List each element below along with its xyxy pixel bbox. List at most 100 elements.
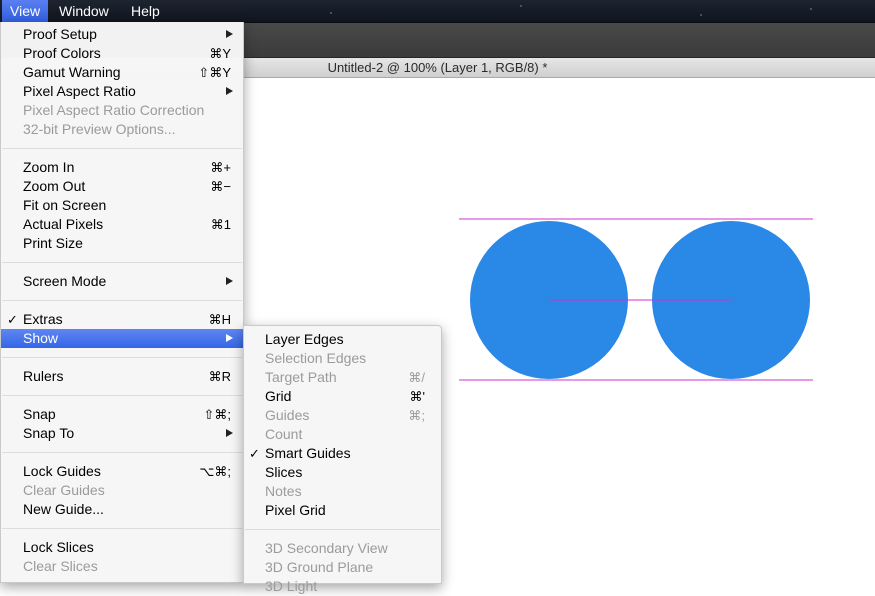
menubar: View Window Help [0,0,875,23]
menu-item-target-path: Target Path ⌘/ [244,368,441,387]
menu-item-label: Count [265,426,303,442]
menu-item-label: Pixel Grid [265,502,326,518]
menu-item-label: Show [23,330,59,346]
menu-item-snap-to[interactable]: Snap To [1,424,243,443]
menu-item-label: Rulers [23,368,64,384]
menu-item-gamut-warning[interactable]: Gamut Warning ⇧⌘Y [1,63,243,82]
menu-item-label: Fit on Screen [23,197,107,213]
menu-item-clear-slices: Clear Slices [1,557,243,576]
keyboard-shortcut: ⌘/ [408,370,425,385]
menu-item-extras[interactable]: ✓ Extras ⌘H [1,310,243,329]
view-menu: Proof Setup Proof Colors ⌘Y Gamut Warning ⇧⌘… [0,22,244,583]
show-submenu: Layer Edges Selection Edges Target Path ⌘/ G… [243,325,442,594]
menu-separator [2,528,242,529]
wallpaper-sparkle [700,14,702,16]
menu-item-snap[interactable]: Snap ⇧⌘; [1,405,243,424]
menu-item-3d-ground-plane: 3D Ground Plane [244,558,441,577]
menu-item-pixel-grid[interactable]: Pixel Grid [244,501,441,520]
menu-item-zoom-in[interactable]: Zoom In ⌘+ [1,158,243,177]
menu-separator [2,395,242,396]
menu-item-label: Notes [265,483,302,499]
menu-separator [2,300,242,301]
menu-item-label: Selection Edges [265,350,367,366]
menu-item-lock-slices[interactable]: Lock Slices [1,538,243,557]
menu-item-notes: Notes [244,482,441,501]
menu-item-print-size[interactable]: Print Size [1,234,243,253]
menubar-help[interactable]: Help [123,0,168,22]
menu-item-layer-edges[interactable]: Layer Edges [244,330,441,349]
menu-item-fit-on-screen[interactable]: Fit on Screen [1,196,243,215]
menu-item-32-bit-preview-options: 32-bit Preview Options... [1,120,243,139]
menu-item-clear-guides: Clear Guides [1,481,243,500]
menu-item-label: Smart Guides [265,445,351,461]
menu-separator [2,452,242,453]
keyboard-shortcut: ⇧⌘; [203,407,231,422]
menu-item-label: Grid [265,388,292,404]
menu-item-label: Screen Mode [23,273,107,289]
submenu-arrow-icon [226,334,233,342]
keyboard-shortcut: ⌘Y [209,46,231,61]
wallpaper-sparkle [330,12,332,14]
menu-item-label: Clear Slices [23,558,98,574]
wallpaper-sparkle [810,8,812,10]
menu-item-zoom-out[interactable]: Zoom Out ⌘− [1,177,243,196]
menu-item-lock-guides[interactable]: Lock Guides ⌥⌘; [1,462,243,481]
wallpaper-sparkle [520,5,522,7]
submenu-arrow-icon [226,87,233,95]
keyboard-shortcut: ⌘; [408,408,425,423]
menu-item-smart-guides[interactable]: ✓ Smart Guides [244,444,441,463]
menu-item-screen-mode[interactable]: Screen Mode [1,272,243,291]
menu-separator [2,148,242,149]
menu-item-label: 3D Ground Plane [265,559,374,575]
keyboard-shortcut: ⌘R [208,369,231,384]
keyboard-shortcut: ⌘' [409,389,425,404]
menubar-view[interactable]: View [2,0,49,22]
menu-item-label: 32-bit Preview Options... [23,121,176,137]
menu-item-label: Guides [265,407,310,423]
menu-item-rulers[interactable]: Rulers ⌘R [1,367,243,386]
menu-item-label: Zoom Out [23,178,86,194]
menu-item-label: Slices [265,464,303,480]
menu-item-actual-pixels[interactable]: Actual Pixels ⌘1 [1,215,243,234]
menu-item-label: Pixel Aspect Ratio Correction [23,102,205,118]
menu-item-label: Gamut Warning [23,64,121,80]
menu-item-show[interactable]: Show [1,329,243,348]
submenu-arrow-icon [226,429,233,437]
menu-item-label: Extras [23,311,63,327]
menu-item-selection-edges: Selection Edges [244,349,441,368]
menu-item-label: Proof Setup [23,26,97,42]
menu-item-label: Lock Guides [23,463,101,479]
menubar-window[interactable]: Window [51,0,117,22]
keyboard-shortcut: ⌥⌘; [199,464,231,479]
menu-item-label: New Guide... [23,501,104,517]
keyboard-shortcut: ⌘H [208,312,231,327]
menu-item-3d-secondary-view: 3D Secondary View [244,539,441,558]
checkmark-icon: ✓ [249,446,260,461]
menu-item-label: 3D Secondary View [265,540,388,556]
submenu-arrow-icon [226,30,233,38]
menu-item-label: Proof Colors [23,45,101,61]
menu-item-label: Lock Slices [23,539,94,555]
menu-item-pixel-aspect-ratio-correction: Pixel Aspect Ratio Correction [1,101,243,120]
menu-item-label: Snap To [23,425,75,441]
submenu-arrow-icon [226,277,233,285]
menu-separator [245,529,440,530]
menu-item-slices[interactable]: Slices [244,463,441,482]
menu-item-count: Count [244,425,441,444]
menu-item-new-guide[interactable]: New Guide... [1,500,243,519]
menu-item-3d-light: 3D Light [244,577,441,596]
menu-item-label: 3D Light [265,578,318,594]
menu-item-label: Clear Guides [23,482,105,498]
keyboard-shortcut: ⇧⌘Y [198,65,231,80]
checkmark-icon: ✓ [7,312,18,327]
menu-separator [2,262,242,263]
menu-item-grid[interactable]: Grid ⌘' [244,387,441,406]
keyboard-shortcut: ⌘1 [210,217,231,232]
menu-item-label: Actual Pixels [23,216,104,232]
menu-item-proof-setup[interactable]: Proof Setup [1,25,243,44]
menu-item-label: Target Path [265,369,337,385]
menu-item-pixel-aspect-ratio[interactable]: Pixel Aspect Ratio [1,82,243,101]
menu-item-label: Zoom In [23,159,75,175]
menu-item-proof-colors[interactable]: Proof Colors ⌘Y [1,44,243,63]
keyboard-shortcut: ⌘− [210,179,231,194]
